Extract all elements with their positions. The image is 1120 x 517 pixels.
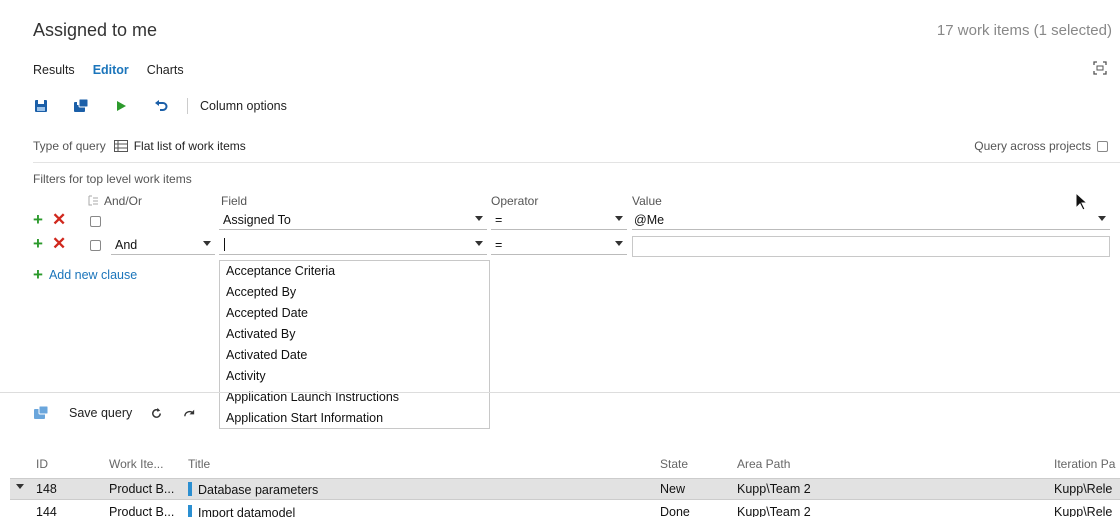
- group-clauses-icon[interactable]: [88, 195, 99, 206]
- cell-title: Import datamodel: [188, 505, 295, 517]
- run-icon[interactable]: [113, 98, 129, 114]
- save-icon[interactable]: [33, 98, 49, 114]
- query-type-select[interactable]: Flat list of work items: [134, 139, 246, 153]
- editor-toolbar: Column options: [33, 96, 287, 116]
- work-item-color-bar: [188, 505, 192, 517]
- divider: [0, 392, 1120, 393]
- table-row[interactable]: 144 Product B... Import datamodel Done K…: [10, 502, 1120, 517]
- work-item-color-bar: [188, 482, 192, 496]
- tab-results[interactable]: Results: [33, 63, 75, 77]
- chevron-down-icon: [203, 241, 211, 246]
- value-input[interactable]: [632, 236, 1110, 257]
- cell-state: New: [660, 482, 686, 496]
- toolbar-separator: [187, 98, 188, 114]
- column-header-area-path[interactable]: Area Path: [737, 457, 790, 471]
- add-new-clause-link[interactable]: + Add new clause: [33, 265, 138, 284]
- field-select[interactable]: Assigned To: [219, 210, 487, 230]
- save-as-icon[interactable]: [33, 406, 49, 420]
- andor-select[interactable]: And: [111, 235, 215, 255]
- value-value: @Me: [634, 212, 665, 227]
- cell-iteration: Kupp\Rele: [1054, 482, 1113, 496]
- table-row[interactable]: 148 Product B... Database parameters New…: [10, 478, 1120, 500]
- chevron-down-icon: [475, 241, 483, 246]
- cell-iteration: Kupp\Rele: [1054, 505, 1113, 517]
- plus-icon: +: [33, 265, 43, 284]
- clause-checkbox[interactable]: [90, 216, 101, 227]
- save-as-icon[interactable]: [73, 98, 89, 114]
- dropdown-item[interactable]: Accepted Date: [220, 303, 489, 324]
- dropdown-item[interactable]: Accepted By: [220, 282, 489, 303]
- operator-select[interactable]: =: [491, 235, 627, 255]
- operator-select[interactable]: =: [491, 210, 627, 230]
- cell-type: Product B...: [109, 482, 175, 496]
- cell-area: Kupp\Team 2: [737, 505, 811, 517]
- operator-header: Operator: [491, 194, 539, 208]
- chevron-down-icon: [615, 241, 623, 246]
- fullscreen-icon[interactable]: [1092, 60, 1108, 76]
- results-toolbar: Save query: [33, 402, 196, 424]
- query-type: Type of query Flat list of work items: [33, 139, 246, 153]
- clause-checkbox[interactable]: [90, 240, 101, 251]
- cell-id: 144: [36, 505, 57, 517]
- tab-editor[interactable]: Editor: [93, 63, 129, 77]
- mouse-pointer-icon: [1075, 192, 1089, 211]
- column-header-iteration-path[interactable]: Iteration Pa: [1054, 457, 1115, 471]
- cell-title: Database parameters: [188, 482, 318, 497]
- cell-state: Done: [660, 505, 690, 517]
- view-tabs: Results Editor Charts: [33, 63, 184, 77]
- column-header-type[interactable]: Work Ite...: [109, 457, 163, 471]
- undo-icon[interactable]: [153, 98, 169, 114]
- cell-title-text: Import datamodel: [198, 506, 296, 517]
- dropdown-item[interactable]: Activated By: [220, 324, 489, 345]
- value-header: Value: [632, 194, 662, 208]
- cell-type: Product B...: [109, 505, 175, 517]
- refresh-icon[interactable]: [150, 407, 163, 420]
- dropdown-item[interactable]: Acceptance Criteria: [220, 261, 489, 282]
- remove-clause-icon[interactable]: ✕: [52, 235, 66, 252]
- remove-clause-icon[interactable]: ✕: [52, 211, 66, 228]
- chevron-down-icon: [615, 216, 623, 221]
- field-dropdown: Acceptance Criteria Accepted By Accepted…: [219, 260, 490, 429]
- chevron-down-icon[interactable]: [16, 484, 24, 489]
- andor-value: And: [115, 237, 138, 252]
- chevron-down-icon: [1098, 216, 1106, 221]
- chevron-down-icon: [475, 216, 483, 221]
- query-across-projects: Query across projects: [974, 139, 1108, 153]
- dropdown-item[interactable]: Activity: [220, 366, 489, 387]
- dropdown-item[interactable]: Application Launch Instructions: [220, 387, 489, 408]
- query-type-label: Type of query: [33, 139, 106, 153]
- operator-value: =: [495, 212, 503, 227]
- dropdown-item[interactable]: Activated Date: [220, 345, 489, 366]
- operator-value: =: [495, 237, 503, 252]
- field-header: Field: [221, 194, 248, 208]
- cell-title-text: Database parameters: [198, 483, 319, 497]
- field-value: Assigned To: [223, 212, 291, 227]
- andor-header: And/Or: [104, 194, 143, 208]
- page-title: Assigned to me: [33, 20, 158, 40]
- flat-list-icon: [113, 140, 128, 152]
- cell-area: Kupp\Team 2: [737, 482, 811, 496]
- cell-id: 148: [36, 482, 57, 496]
- filters-label: Filters for top level work items: [33, 172, 192, 186]
- work-item-count: 17 work items (1 selected): [936, 22, 1112, 39]
- column-header-title[interactable]: Title: [188, 457, 210, 471]
- column-header-id[interactable]: ID: [36, 457, 48, 471]
- column-options-button[interactable]: Column options: [200, 99, 287, 113]
- query-across-projects-checkbox[interactable]: [1097, 140, 1108, 152]
- add-clause-icon[interactable]: +: [33, 235, 43, 252]
- tab-charts[interactable]: Charts: [147, 63, 184, 77]
- divider: [33, 162, 1120, 163]
- add-clause-icon[interactable]: +: [33, 211, 43, 228]
- text-cursor: [224, 238, 225, 251]
- redo-icon[interactable]: [183, 407, 196, 420]
- field-input[interactable]: [219, 235, 487, 255]
- save-query-button[interactable]: Save query: [69, 406, 132, 420]
- column-header-state[interactable]: State: [660, 457, 688, 471]
- value-select[interactable]: @Me: [632, 210, 1110, 230]
- dropdown-item[interactable]: Application Start Information: [220, 408, 489, 429]
- add-new-clause-label: Add new clause: [48, 268, 138, 282]
- query-across-projects-label: Query across projects: [974, 139, 1091, 153]
